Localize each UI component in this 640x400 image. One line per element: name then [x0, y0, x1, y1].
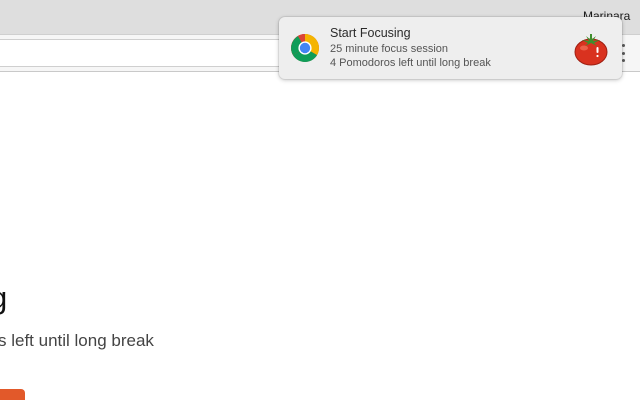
notification-message: 25 minute focus session [330, 43, 449, 55]
tomato-icon [574, 34, 608, 66]
notification-context: 4 Pomodoros left until long break [330, 57, 491, 69]
browser-window: Marinara g s left until long break Start… [0, 0, 640, 400]
start-button[interactable] [0, 389, 25, 400]
notification-title: Start Focusing [330, 26, 411, 40]
chrome-icon [291, 34, 319, 62]
page-title: g [0, 282, 7, 313]
notification-popup[interactable]: Start Focusing 25 minute focus session 4… [279, 17, 622, 79]
page-subtitle: s left until long break [0, 331, 154, 350]
